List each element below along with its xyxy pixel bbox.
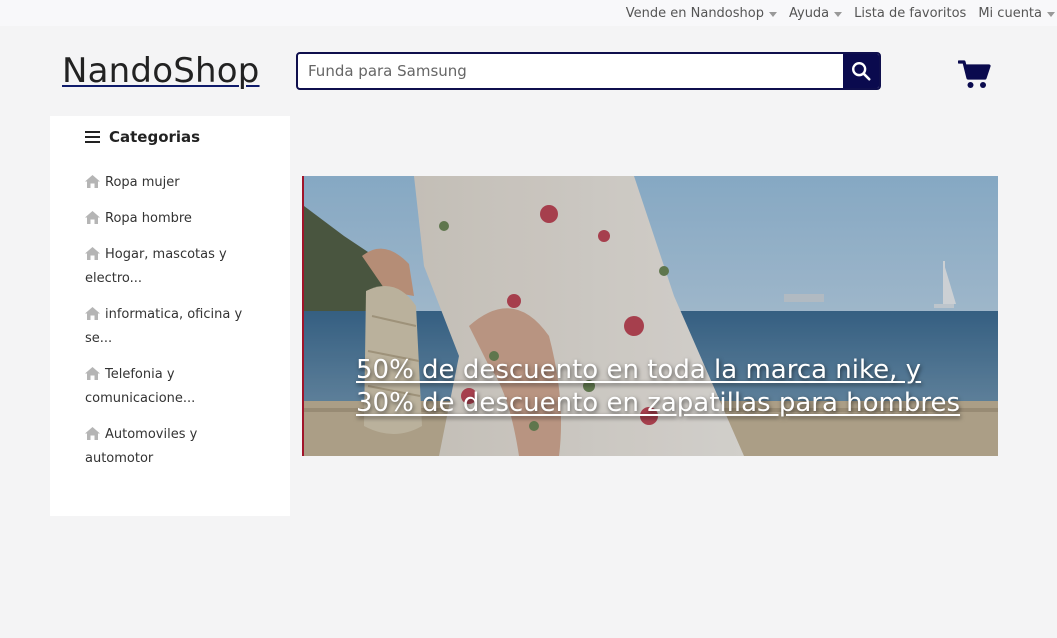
sidebar-item-ropa-mujer[interactable]: Ropa mujer (85, 171, 255, 195)
home-icon (85, 427, 100, 440)
topbar-help-label: Ayuda (788, 5, 830, 21)
top-bar: Vende en Nandoshop Ayuda Lista de favori… (0, 0, 1057, 26)
home-icon (85, 211, 100, 224)
sidebar-item-hogar[interactable]: Hogar, mascotas y electro... (85, 243, 255, 291)
chevron-down-icon (768, 11, 777, 17)
topbar-help-link[interactable]: Ayuda (788, 5, 843, 21)
menu-icon (85, 131, 100, 143)
sidebar-item-label: informatica, oficina y se... (85, 307, 243, 346)
topbar-account-label: Mi cuenta (978, 5, 1042, 21)
home-icon (85, 247, 100, 260)
sidebar-item-telefonia[interactable]: Telefonia y comunicacione... (85, 363, 255, 411)
search-button[interactable] (843, 54, 879, 88)
topbar-account-link[interactable]: Mi cuenta (978, 6, 1055, 21)
topbar-favorites-link[interactable]: Lista de favoritos (854, 6, 966, 21)
sidebar-item-automoviles[interactable]: Automoviles y automotor (85, 423, 255, 471)
categories-header[interactable]: Categorias (85, 128, 200, 146)
search-icon (852, 62, 871, 81)
cart-icon (957, 60, 991, 88)
chevron-down-icon (1047, 11, 1055, 17)
banner-headline: 50% de descuento en toda la marca nike, … (356, 355, 961, 418)
chevron-down-icon (834, 11, 843, 17)
home-icon (85, 307, 100, 320)
sidebar-item-ropa-hombre[interactable]: Ropa hombre (85, 207, 255, 231)
sidebar-item-label: Ropa mujer (105, 175, 180, 190)
sidebar-item-label: Automoviles y automotor (85, 427, 198, 466)
categories-title: Categorias (109, 128, 201, 146)
category-sidebar: Categorias Ropa mujer Ropa hombre Hogar,… (50, 116, 290, 516)
category-list: Ropa mujer Ropa hombre Hogar, mascotas y… (85, 171, 255, 483)
cart-button[interactable] (957, 58, 992, 90)
sidebar-item-label: Telefonia y comunicacione... (85, 367, 196, 406)
site-logo[interactable]: NandoShop (62, 51, 260, 91)
home-icon (85, 367, 100, 380)
topbar-favorites-label: Lista de favoritos (854, 5, 967, 21)
sidebar-item-label: Hogar, mascotas y electro... (85, 247, 227, 286)
promo-banner[interactable]: 50% de descuento en toda la marca nike, … (302, 176, 998, 456)
home-icon (85, 175, 100, 188)
topbar-sell-label: Vende en Nandoshop (625, 5, 764, 21)
search-input[interactable] (298, 54, 843, 88)
topbar-sell-link[interactable]: Vende en Nandoshop (626, 6, 777, 21)
search-bar (296, 52, 881, 90)
sidebar-item-label: Ropa hombre (105, 211, 192, 226)
sidebar-item-informatica[interactable]: informatica, oficina y se... (85, 303, 255, 351)
